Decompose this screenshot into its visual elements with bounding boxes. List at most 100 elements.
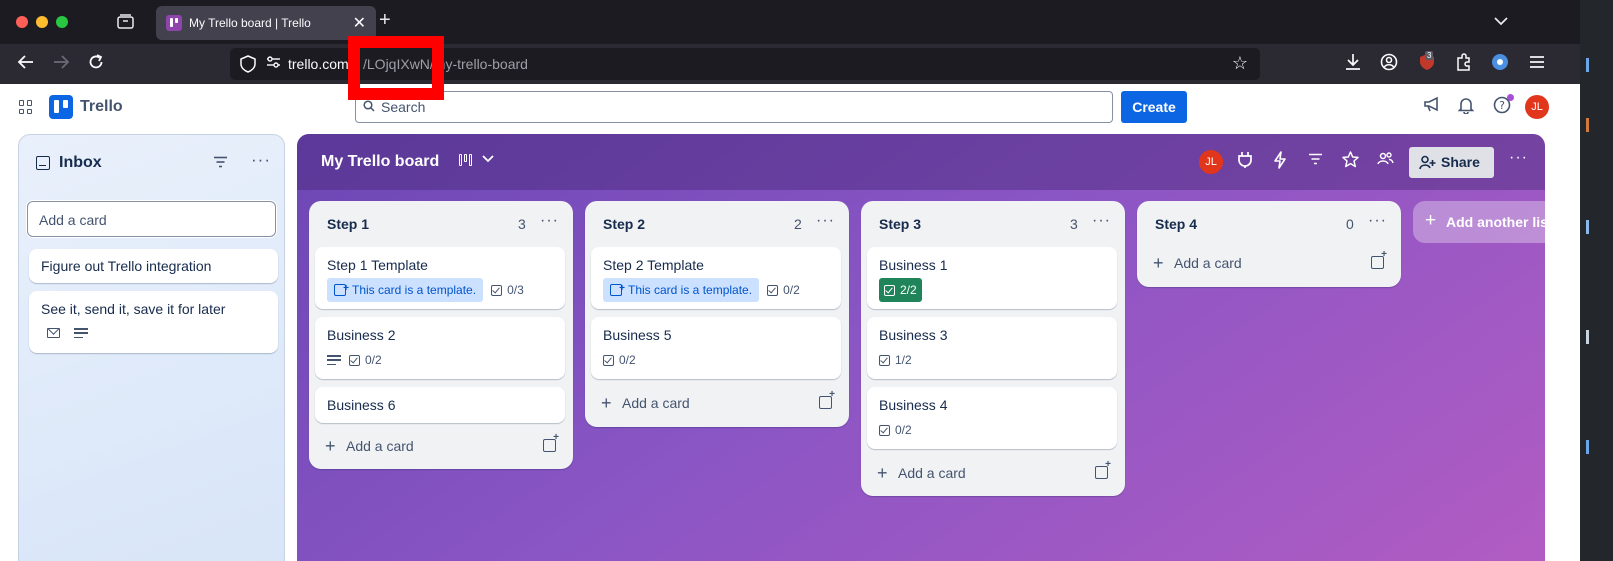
tab-list-chevron-icon[interactable] xyxy=(1494,14,1508,30)
add-card-label: Add a card xyxy=(898,465,966,481)
inbox-icon xyxy=(36,156,50,170)
card-business-5[interactable]: Business 5 0/2 xyxy=(591,317,841,379)
list-title[interactable]: Step 1 xyxy=(327,216,369,232)
new-tab-button[interactable]: + xyxy=(379,10,391,30)
bookmark-star-icon[interactable]: ☆ xyxy=(1232,53,1248,74)
card-title: Business 1 xyxy=(879,257,948,273)
list-more-icon[interactable]: ··· xyxy=(1092,212,1111,230)
inbox-card[interactable]: Figure out Trello integration xyxy=(29,249,278,283)
card-step-1-template[interactable]: Step 1 Template This card is a template.… xyxy=(315,247,565,309)
card-badges: 1/2 xyxy=(879,348,912,372)
create-from-template-icon[interactable] xyxy=(819,389,835,409)
card-business-6[interactable]: Business 6 xyxy=(315,387,565,423)
list-title[interactable]: Step 2 xyxy=(603,216,645,232)
site-info-icon[interactable] xyxy=(266,55,281,72)
accent-bar xyxy=(1586,118,1589,132)
board-more-icon[interactable]: ··· xyxy=(1509,148,1528,168)
card-business-3[interactable]: Business 3 1/2 xyxy=(867,317,1117,379)
add-another-list-button[interactable]: + Add another list xyxy=(1413,201,1545,243)
card-badges: This card is a template. 0/2 xyxy=(603,277,800,302)
share-button[interactable]: Share xyxy=(1409,147,1494,178)
tab-title: My Trello board | Trello xyxy=(189,16,311,30)
automation-icon[interactable] xyxy=(1273,151,1287,175)
tab-trello[interactable]: My Trello board | Trello ✕ xyxy=(156,6,376,40)
list-more-icon[interactable]: ··· xyxy=(816,212,835,230)
add-card-button[interactable]: + Add a card xyxy=(1145,247,1393,279)
inbox-add-card-input[interactable]: Add a card xyxy=(27,201,276,237)
checklist-badge: 0/2 xyxy=(879,418,912,442)
filter-icon[interactable] xyxy=(213,153,228,173)
add-list-label: Add another list xyxy=(1446,214,1545,230)
tab-close-icon[interactable]: ✕ xyxy=(353,13,366,33)
card-title: Step 1 Template xyxy=(327,257,428,273)
search-placeholder: Search xyxy=(381,99,426,115)
members-icon[interactable] xyxy=(1377,151,1394,172)
create-from-template-icon[interactable] xyxy=(543,432,559,452)
board-title[interactable]: My Trello board xyxy=(321,153,439,171)
megaphone-icon[interactable] xyxy=(1423,96,1441,118)
account-icon[interactable] xyxy=(1380,53,1398,75)
tab-overview-icon[interactable] xyxy=(117,14,134,33)
svg-text:?: ? xyxy=(1499,99,1505,112)
profile-extension-icon[interactable] xyxy=(1491,53,1509,75)
template-icon xyxy=(610,277,625,301)
add-card-button[interactable]: + Add a card xyxy=(317,430,565,462)
chevron-down-icon[interactable] xyxy=(482,151,494,167)
share-label: Share xyxy=(1441,154,1480,170)
list-more-icon[interactable]: ··· xyxy=(1368,212,1387,230)
window-close-button[interactable] xyxy=(16,16,28,28)
create-button[interactable]: Create xyxy=(1121,91,1187,123)
apps-grid-icon[interactable] xyxy=(19,100,33,114)
board-filter-icon[interactable] xyxy=(1308,151,1323,171)
window-maximize-button[interactable] xyxy=(56,16,68,28)
more-icon[interactable]: ··· xyxy=(251,150,271,170)
url-domain: trello.com xyxy=(288,56,349,72)
user-avatar[interactable]: JL xyxy=(1525,95,1549,119)
card-business-4[interactable]: Business 4 0/2 xyxy=(867,387,1117,449)
email-icon xyxy=(47,328,60,338)
add-card-placeholder: Add a card xyxy=(39,212,107,228)
add-card-label: Add a card xyxy=(622,395,690,411)
tracking-shield-icon[interactable] xyxy=(240,55,256,73)
inbox-panel: Inbox ··· Add a card Figure out Trello i… xyxy=(18,134,285,561)
card-business-1[interactable]: Business 1 2/2 xyxy=(867,247,1117,309)
plus-icon: + xyxy=(877,463,888,483)
downloads-icon[interactable] xyxy=(1345,53,1361,75)
inbox-title: Inbox xyxy=(59,154,102,171)
list-step-1: Step 1 3 ··· Step 1 Template This card i… xyxy=(309,201,573,469)
card-step-2-template[interactable]: Step 2 Template This card is a template.… xyxy=(591,247,841,309)
checklist-icon xyxy=(349,354,360,366)
checklist-complete-badge: 2/2 xyxy=(879,278,922,302)
add-card-button[interactable]: + Add a card xyxy=(869,457,1117,489)
card-business-2[interactable]: Business 2 0/2 xyxy=(315,317,565,379)
board-view-icon[interactable] xyxy=(459,154,473,166)
forward-icon[interactable] xyxy=(52,53,70,75)
trello-logo-icon[interactable] xyxy=(49,95,73,119)
create-from-template-icon[interactable] xyxy=(1095,459,1111,479)
list-title[interactable]: Step 3 xyxy=(879,216,921,232)
create-from-template-icon[interactable] xyxy=(1371,249,1387,269)
list-more-icon[interactable]: ··· xyxy=(540,212,559,230)
power-up-icon[interactable] xyxy=(1238,151,1252,175)
reload-icon[interactable] xyxy=(87,53,105,75)
template-icon xyxy=(334,277,349,301)
checklist-badge: 0/2 xyxy=(603,348,636,372)
extensions-puzzle-icon[interactable] xyxy=(1455,53,1472,75)
inbox-card[interactable]: See it, send it, save it for later xyxy=(29,291,278,353)
card-badges: 0/2 xyxy=(603,348,636,372)
card-title: Business 2 xyxy=(327,327,396,343)
star-icon[interactable] xyxy=(1342,151,1359,174)
description-icon xyxy=(327,355,341,365)
board-member-avatar[interactable]: JL xyxy=(1199,150,1223,174)
add-card-button[interactable]: + Add a card xyxy=(593,387,841,419)
trello-logo-text[interactable]: Trello xyxy=(80,98,123,116)
template-badge: This card is a template. xyxy=(603,277,760,302)
back-icon[interactable] xyxy=(17,53,35,75)
app-menu-icon[interactable] xyxy=(1529,53,1545,73)
bell-icon[interactable] xyxy=(1457,96,1475,119)
search-input[interactable]: Search xyxy=(355,91,1113,123)
accent-bar xyxy=(1586,330,1589,344)
window-minimize-button[interactable] xyxy=(36,16,48,28)
card-title: Business 5 xyxy=(603,327,672,343)
list-title[interactable]: Step 4 xyxy=(1155,216,1197,232)
